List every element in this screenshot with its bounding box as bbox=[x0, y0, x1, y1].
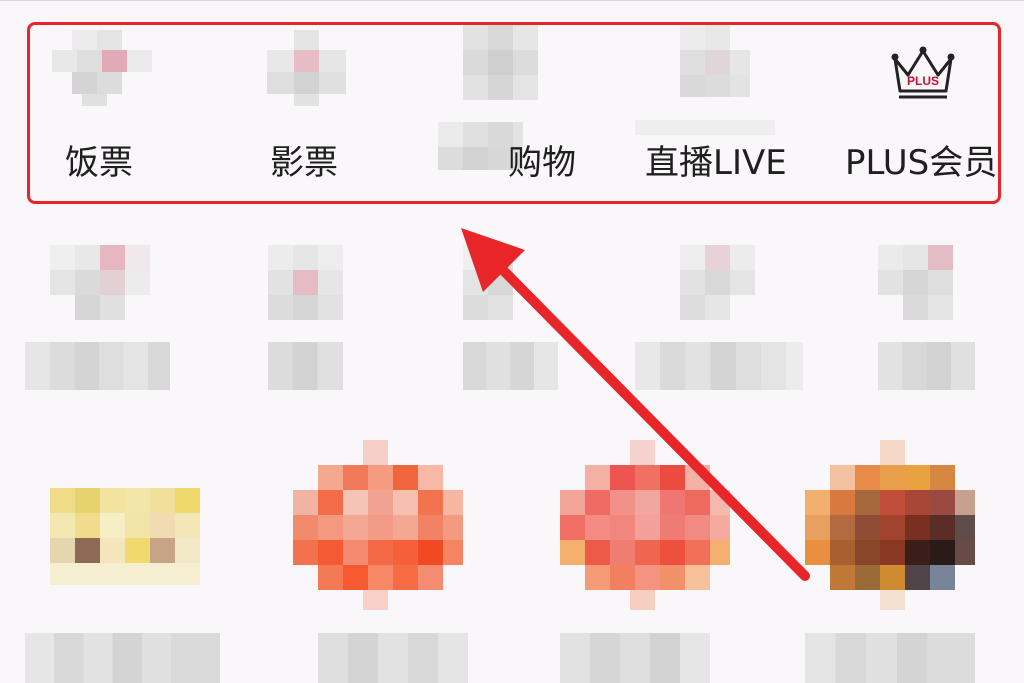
annotation-arrow bbox=[461, 228, 810, 581]
